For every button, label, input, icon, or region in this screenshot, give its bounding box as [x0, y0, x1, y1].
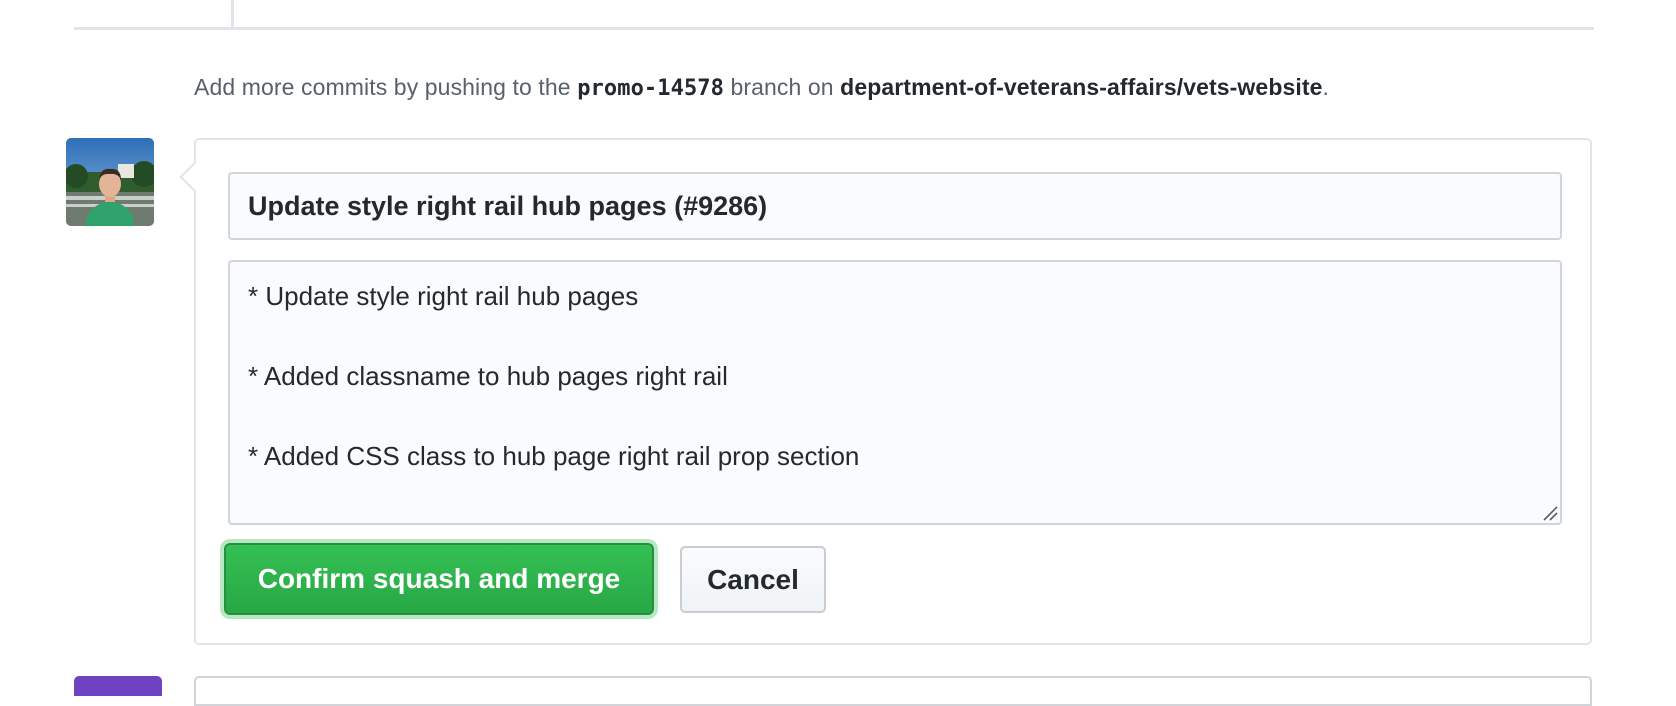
- avatar[interactable]: [66, 138, 154, 226]
- previous-box-divider: [231, 0, 234, 28]
- merge-form: * Update style right rail hub pages * Ad…: [179, 138, 1592, 645]
- resize-grip-icon[interactable]: [1542, 505, 1558, 521]
- branch-name: promo-14578: [577, 76, 724, 101]
- commit-title-input[interactable]: [228, 172, 1562, 240]
- commit-message-textarea[interactable]: * Update style right rail hub pages * Ad…: [228, 260, 1562, 525]
- push-commits-hint: Add more commits by pushing to the promo…: [194, 74, 1329, 101]
- next-timeline-box: [194, 676, 1592, 706]
- hint-prefix: Add more commits by pushing to the: [194, 74, 578, 100]
- confirm-squash-merge-button[interactable]: Confirm squash and merge: [224, 543, 654, 615]
- merge-box-pointer: [179, 161, 211, 193]
- avatar-photo-icon: [66, 138, 154, 226]
- hint-suffix: .: [1322, 74, 1329, 100]
- cancel-button[interactable]: Cancel: [680, 546, 826, 613]
- hint-middle: branch on: [723, 74, 841, 100]
- previous-box-bottom-border: [74, 27, 1594, 30]
- repository-name: department-of-veterans-affairs/vets-webs…: [840, 74, 1323, 100]
- next-item-badge: [74, 676, 162, 696]
